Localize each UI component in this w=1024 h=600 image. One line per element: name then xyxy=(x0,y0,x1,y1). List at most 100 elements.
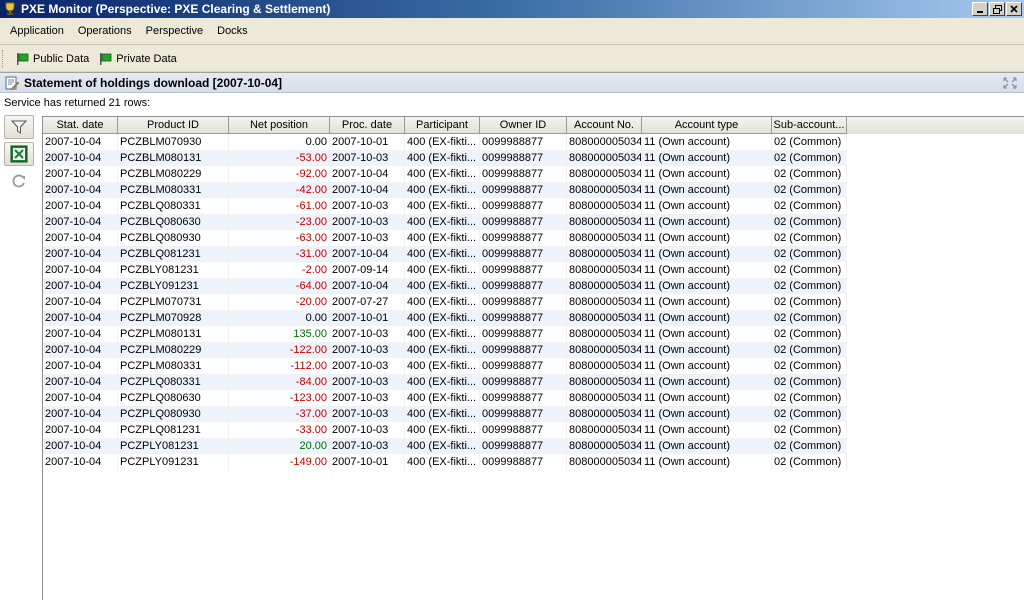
cell-net-position: -92.00 xyxy=(229,166,330,182)
column-header-net-position[interactable]: Net position xyxy=(229,117,330,134)
cell-account-no: 808000005034 xyxy=(567,214,642,230)
cell-account-no: 808000005034 xyxy=(567,230,642,246)
column-header-stat-date[interactable]: Stat. date xyxy=(43,117,118,134)
green-flag-icon xyxy=(17,52,29,65)
cell-product-id: PCZPLQ080331 xyxy=(118,374,229,390)
table-row[interactable]: 2007-10-04 PCZPLQ081231 -33.00 2007-10-03 40… xyxy=(43,422,1024,438)
column-header-participant[interactable]: Participant xyxy=(405,117,480,134)
table-row[interactable]: 2007-10-04 PCZBLQ081231 -31.00 2007-10-04 40… xyxy=(43,246,1024,262)
close-button[interactable] xyxy=(1006,2,1022,16)
private-data-button[interactable]: Private Data xyxy=(94,49,182,69)
table-row[interactable]: 2007-10-04 PCZPLQ080930 -37.00 2007-10-03 40… xyxy=(43,406,1024,422)
cell-account-no: 808000005034 xyxy=(567,198,642,214)
filter-button[interactable] xyxy=(4,115,34,139)
cell-account-no: 808000005034 xyxy=(567,406,642,422)
private-data-label: Private Data xyxy=(116,52,177,65)
table-row[interactable]: 2007-10-04 PCZPLQ080630 -123.00 2007-10-03 4… xyxy=(43,390,1024,406)
table-row[interactable]: 2007-10-04 PCZPLM070731 -20.00 2007-07-27 40… xyxy=(43,294,1024,310)
column-header-account-type[interactable]: Account type xyxy=(642,117,772,134)
column-header-account-no[interactable]: Account No. xyxy=(567,117,642,134)
cell-product-id: PCZPLQ081231 xyxy=(118,422,229,438)
table-row[interactable]: 2007-10-04 PCZPLQ080331 -84.00 2007-10-03 40… xyxy=(43,374,1024,390)
cell-stat-date: 2007-10-04 xyxy=(43,390,118,406)
cell-net-position: -33.00 xyxy=(229,422,330,438)
holdings-panel: Statement of holdings download [2007-10-… xyxy=(0,72,1024,600)
cell-participant: 400 (EX-fikti... xyxy=(405,454,480,470)
table-row[interactable]: 2007-10-04 PCZPLM080229 -122.00 2007-10-03 4… xyxy=(43,342,1024,358)
menu-operations[interactable]: Operations xyxy=(71,21,139,41)
restore-button[interactable] xyxy=(989,2,1005,16)
cell-owner-id: 0099988877 xyxy=(480,278,567,294)
cell-account-no: 808000005034 xyxy=(567,262,642,278)
cell-owner-id: 0099988877 xyxy=(480,214,567,230)
cell-participant: 400 (EX-fikti... xyxy=(405,374,480,390)
cell-account-type: 11 (Own account) xyxy=(642,406,772,422)
excel-export-button[interactable] xyxy=(4,142,34,166)
cell-account-no: 808000005034 xyxy=(567,150,642,166)
table-row[interactable]: 2007-10-04 PCZPLM070928 0.00 2007-10-01 400 … xyxy=(43,310,1024,326)
refresh-button[interactable] xyxy=(4,169,34,193)
cell-product-id: PCZPLY091231 xyxy=(118,454,229,470)
column-header-proc-date[interactable]: Proc. date xyxy=(330,117,405,134)
cell-sub-account: 02 (Common) xyxy=(772,198,847,214)
cell-proc-date: 2007-10-04 xyxy=(330,246,405,262)
menu-application[interactable]: Application xyxy=(3,21,71,41)
cell-product-id: PCZPLM080229 xyxy=(118,342,229,358)
menu-perspective[interactable]: Perspective xyxy=(139,21,210,41)
cell-account-no: 808000005034 xyxy=(567,358,642,374)
table-row[interactable]: 2007-10-04 PCZBLQ080930 -63.00 2007-10-03 40… xyxy=(43,230,1024,246)
window-title-bar[interactable]: PXE Monitor (Perspective: PXE Clearing &… xyxy=(0,0,1024,18)
maximize-panel-icon[interactable] xyxy=(1002,76,1018,90)
window-title: PXE Monitor (Perspective: PXE Clearing &… xyxy=(21,2,331,16)
table-row[interactable]: 2007-10-04 PCZBLQ080331 -61.00 2007-10-03 40… xyxy=(43,198,1024,214)
cell-sub-account: 02 (Common) xyxy=(772,262,847,278)
cell-product-id: PCZBLM080131 xyxy=(118,150,229,166)
cell-owner-id: 0099988877 xyxy=(480,342,567,358)
column-header-product-id[interactable]: Product ID xyxy=(118,117,229,134)
cell-product-id: PCZBLQ080331 xyxy=(118,198,229,214)
cell-stat-date: 2007-10-04 xyxy=(43,182,118,198)
cell-sub-account: 02 (Common) xyxy=(772,342,847,358)
restore-icon xyxy=(992,4,1002,14)
cell-net-position: -53.00 xyxy=(229,150,330,166)
cell-account-type: 11 (Own account) xyxy=(642,326,772,342)
minimize-button[interactable] xyxy=(972,2,988,16)
cell-net-position: 20.00 xyxy=(229,438,330,454)
cell-proc-date: 2007-10-04 xyxy=(330,166,405,182)
funnel-icon xyxy=(11,120,27,134)
table-row[interactable]: 2007-10-04 PCZBLY091231 -64.00 2007-10-04 40… xyxy=(43,278,1024,294)
menu-docks[interactable]: Docks xyxy=(210,21,255,41)
table-row[interactable]: 2007-10-04 PCZPLM080131 135.00 2007-10-03 40… xyxy=(43,326,1024,342)
public-data-button[interactable]: Public Data xyxy=(11,49,94,69)
cell-sub-account: 02 (Common) xyxy=(772,294,847,310)
cell-account-type: 11 (Own account) xyxy=(642,246,772,262)
table-row[interactable]: 2007-10-04 PCZBLY081231 -2.00 2007-09-14 400… xyxy=(43,262,1024,278)
cell-sub-account: 02 (Common) xyxy=(772,150,847,166)
table-row[interactable]: 2007-10-04 PCZPLY081231 20.00 2007-10-03 400… xyxy=(43,438,1024,454)
cell-stat-date: 2007-10-04 xyxy=(43,310,118,326)
cell-sub-account: 02 (Common) xyxy=(772,422,847,438)
table-row[interactable]: 2007-10-04 PCZBLM080229 -92.00 2007-10-04 40… xyxy=(43,166,1024,182)
table-row[interactable]: 2007-10-04 PCZBLQ080630 -23.00 2007-10-03 40… xyxy=(43,214,1024,230)
table-row[interactable]: 2007-10-04 PCZPLM080331 -112.00 2007-10-03 4… xyxy=(43,358,1024,374)
cell-account-type: 11 (Own account) xyxy=(642,278,772,294)
panel-title: Statement of holdings download [2007-10-… xyxy=(24,75,283,90)
cell-account-type: 11 (Own account) xyxy=(642,182,772,198)
toolbar-grip[interactable] xyxy=(2,49,5,68)
cell-net-position: -64.00 xyxy=(229,278,330,294)
cell-stat-date: 2007-10-04 xyxy=(43,374,118,390)
table-row[interactable]: 2007-10-04 PCZBLM080331 -42.00 2007-10-04 40… xyxy=(43,182,1024,198)
column-header-sub-account[interactable]: Sub-account... xyxy=(772,117,847,134)
cell-net-position: -23.00 xyxy=(229,214,330,230)
table-row[interactable]: 2007-10-04 PCZBLM070930 0.00 2007-10-01 400 … xyxy=(43,134,1024,150)
table-row[interactable]: 2007-10-04 PCZPLY091231 -149.00 2007-10-01 4… xyxy=(43,454,1024,470)
cell-product-id: PCZBLY081231 xyxy=(118,262,229,278)
cell-product-id: PCZBLM080229 xyxy=(118,166,229,182)
cell-proc-date: 2007-10-04 xyxy=(330,182,405,198)
table-row[interactable]: 2007-10-04 PCZBLM080131 -53.00 2007-10-03 40… xyxy=(43,150,1024,166)
cell-sub-account: 02 (Common) xyxy=(772,454,847,470)
trophy-icon xyxy=(5,2,15,15)
column-header-owner-id[interactable]: Owner ID xyxy=(480,117,567,134)
cell-account-no: 808000005034 xyxy=(567,310,642,326)
refresh-icon xyxy=(12,174,25,188)
